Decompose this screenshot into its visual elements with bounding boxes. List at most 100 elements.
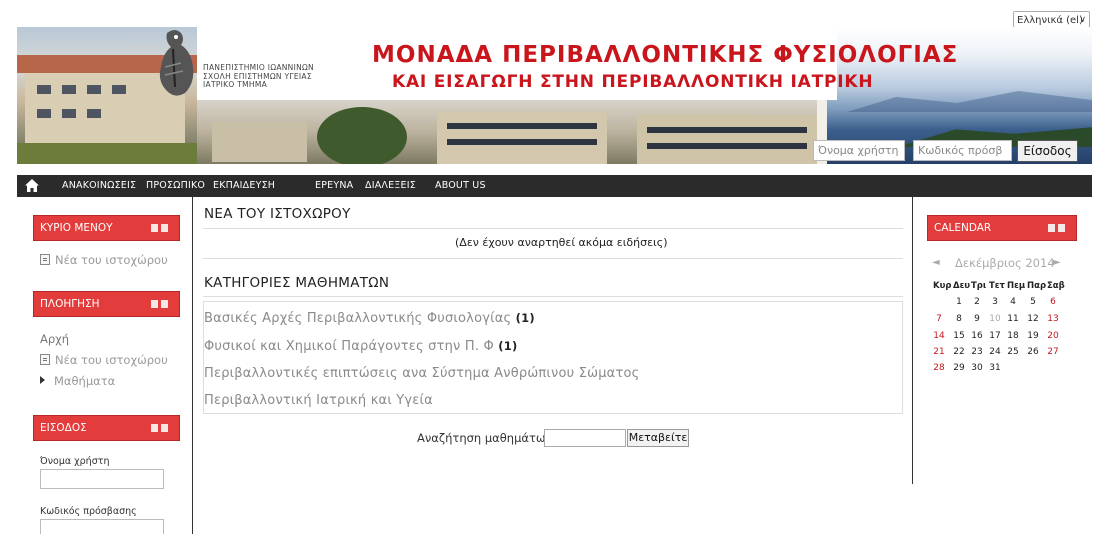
header-login-button[interactable]: Είσοδος xyxy=(1017,140,1078,162)
calendar-day[interactable]: 30 xyxy=(969,363,985,373)
triangle-right-icon xyxy=(40,376,45,384)
calendar-day[interactable]: 5 xyxy=(1025,297,1041,307)
main-menu-site-news-label: Νέα του ιστοχώρου xyxy=(55,253,168,267)
document-icon xyxy=(40,254,50,265)
login-username-input[interactable] xyxy=(40,469,164,489)
banner-window xyxy=(647,127,807,133)
calendar-day[interactable]: 21 xyxy=(931,347,947,357)
calendar-day[interactable]: 12 xyxy=(1025,314,1041,324)
block-controls-icon[interactable] xyxy=(151,300,169,308)
nav-item-staff[interactable]: ΠΡΟΣΩΠΙΚΟ xyxy=(146,175,205,197)
calendar-day[interactable]: 4 xyxy=(1005,297,1021,307)
banner-window xyxy=(647,143,807,149)
calendar-day[interactable]: 19 xyxy=(1025,331,1041,341)
main-menu-site-news[interactable]: Νέα του ιστοχώρου xyxy=(40,253,168,267)
right-column-divider xyxy=(912,197,913,484)
calendar-day[interactable]: 18 xyxy=(1005,331,1021,341)
calendar-day[interactable]: 24 xyxy=(987,347,1003,357)
calendar-header: CALENDAR xyxy=(927,215,1077,241)
calendar-day[interactable]: 9 xyxy=(969,314,985,324)
calendar-day[interactable]: 11 xyxy=(1005,314,1021,324)
calendar-day[interactable]: 15 xyxy=(951,331,967,341)
university-line: ΙΑΤΡΙΚΟ ΤΜΗΜΑ xyxy=(203,80,268,89)
calendar-day[interactable]: 22 xyxy=(951,347,967,357)
nav-item-about[interactable]: ABOUT US xyxy=(435,175,486,197)
categories-title: ΚΑΤΗΓΟΡΙΕΣ ΜΑΘΗΜΑΤΩΝ xyxy=(204,275,390,291)
category-link[interactable]: Βασικές Αρχές Περιβαλλοντικής Φυσιολογία… xyxy=(204,311,535,326)
navigation-site-news[interactable]: Νέα του ιστοχώρου xyxy=(40,353,168,367)
calendar-day[interactable]: 20 xyxy=(1045,331,1061,341)
category-link[interactable]: Φυσικοί και Χημικοί Παράγοντες στην Π. Φ… xyxy=(204,339,517,354)
nav-item-lectures[interactable]: ΔΙΑΛΕΞΕΙΣ xyxy=(365,175,416,197)
banner-building xyxy=(212,122,307,162)
calendar-day[interactable]: 23 xyxy=(969,347,985,357)
calendar-day[interactable]: 7 xyxy=(931,314,947,324)
university-name: ΠΑΝΕΠΙΣΤΗΜΙΟ ΙΩΑΝΝΙΝΩΝ ΣΧΟΛΗ ΕΠΙΣΤΗΜΩΝ Υ… xyxy=(203,63,314,90)
main-navbar: ΑΝΑΚΟΙΝΩΣΕΙΣ ΠΡΟΣΩΠΙΚΟ ΕΚΠΑΙΔΕΥΣΗ ΕΡΕΥΝΑ… xyxy=(17,175,1092,197)
category-link[interactable]: Περιβαλλοντικές επιπτώσεις ανα Σύστημα Α… xyxy=(204,366,639,381)
calendar-day[interactable]: 1 xyxy=(951,297,967,307)
header-username-input[interactable]: Όνομα χρήστη xyxy=(813,140,905,161)
no-news-message: (Δεν έχουν αναρτηθεί ακόμα ειδήσεις) xyxy=(455,236,668,249)
calendar-day[interactable]: 13 xyxy=(1045,314,1061,324)
navigation-courses[interactable]: Μαθήματα xyxy=(40,374,115,388)
divider xyxy=(203,228,903,229)
site-title-line2: ΚΑΙ ΕΙΣΑΓΩΓΗ ΣΤΗΝ ΠΕΡΙΒΑΛΛΟΝΤΙΚΗ ΙΑΤΡΙΚΗ xyxy=(392,72,874,92)
home-icon[interactable] xyxy=(25,179,39,192)
calendar-day[interactable]: 8 xyxy=(951,314,967,324)
banner-tree xyxy=(317,107,407,164)
course-search-input[interactable] xyxy=(544,429,626,447)
calendar-day[interactable]: 16 xyxy=(969,331,985,341)
category-link[interactable]: Περιβαλλοντική Ιατρική και Υγεία xyxy=(204,393,433,408)
navigation-home[interactable]: Αρχή xyxy=(40,332,69,346)
nav-item-announcements[interactable]: ΑΝΑΚΟΙΝΩΣΕΙΣ xyxy=(62,175,136,197)
banner-grass xyxy=(17,143,197,164)
news-title: ΝΕΑ ΤΟΥ ΙΣΤΟΧΩΡΟΥ xyxy=(204,206,351,222)
main-menu-title: ΚΥΡΙΟ ΜΕΝΟΥ xyxy=(40,222,113,234)
calendar-day[interactable]: 2 xyxy=(969,297,985,307)
category-name: Φυσικοί και Χημικοί Παράγοντες στην Π. Φ xyxy=(204,339,494,354)
calendar-weekday: Τρι xyxy=(971,281,987,291)
calendar-day[interactable]: 17 xyxy=(987,331,1003,341)
calendar-day[interactable]: 10 xyxy=(987,314,1003,324)
calendar-day[interactable]: 25 xyxy=(1005,347,1021,357)
calendar-day[interactable]: 26 xyxy=(1025,347,1041,357)
calendar-prev-icon[interactable]: ◄ xyxy=(932,257,940,268)
nav-item-research[interactable]: ΕΡΕΥΝΑ xyxy=(315,175,353,197)
banner-window xyxy=(37,109,51,118)
calendar-day[interactable]: 3 xyxy=(987,297,1003,307)
calendar-next-icon[interactable]: ► xyxy=(1053,257,1061,268)
calendar-day[interactable]: 6 xyxy=(1045,297,1061,307)
navigation-courses-label: Μαθήματα xyxy=(54,374,116,388)
navigation-title: ΠΛΟΗΓΗΣΗ xyxy=(40,298,100,310)
calendar-day[interactable]: 29 xyxy=(951,363,967,373)
login-password-label: Κωδικός πρόσβασης xyxy=(40,506,137,517)
navigation-header: ΠΛΟΗΓΗΣΗ xyxy=(33,291,180,317)
nav-item-education[interactable]: ΕΚΠΑΙΔΕΥΣΗ xyxy=(213,175,275,197)
block-controls-icon[interactable] xyxy=(1048,224,1066,232)
block-controls-icon[interactable] xyxy=(151,424,169,432)
block-controls-icon[interactable] xyxy=(151,224,169,232)
course-search-label: Αναζήτηση μαθημάτων: xyxy=(417,431,556,445)
login-password-input[interactable] xyxy=(40,519,164,534)
banner-window xyxy=(87,85,101,94)
login-username-label: Όνομα χρήστη xyxy=(40,456,110,467)
category-count: (1) xyxy=(498,339,518,353)
language-select[interactable]: Ελληνικά (el) ∨ xyxy=(1013,11,1090,28)
category-count: (1) xyxy=(515,311,535,325)
calendar-title: CALENDAR xyxy=(934,222,992,234)
divider xyxy=(203,296,903,297)
banner-building xyxy=(637,115,817,164)
calendar-day[interactable]: 14 xyxy=(931,331,947,341)
header-password-input[interactable]: Κωδικός πρόσβ xyxy=(913,140,1012,161)
calendar-weekday: Κυρ xyxy=(933,281,952,291)
calendar-day[interactable]: 28 xyxy=(931,363,947,373)
category-name: Περιβαλλοντικές επιπτώσεις ανα Σύστημα Α… xyxy=(204,366,640,381)
course-search-button[interactable]: Μεταβείτε xyxy=(627,429,689,447)
calendar-day[interactable]: 27 xyxy=(1045,347,1061,357)
category-name: Βασικές Αρχές Περιβαλλοντικής Φυσιολογία… xyxy=(204,311,512,326)
login-block-header: ΕΙΣΟΔΟΣ xyxy=(33,415,180,441)
calendar-day[interactable]: 31 xyxy=(987,363,1003,373)
calendar-weekday: Παρ xyxy=(1027,281,1047,291)
language-select-value: Ελληνικά (el) xyxy=(1017,15,1083,26)
